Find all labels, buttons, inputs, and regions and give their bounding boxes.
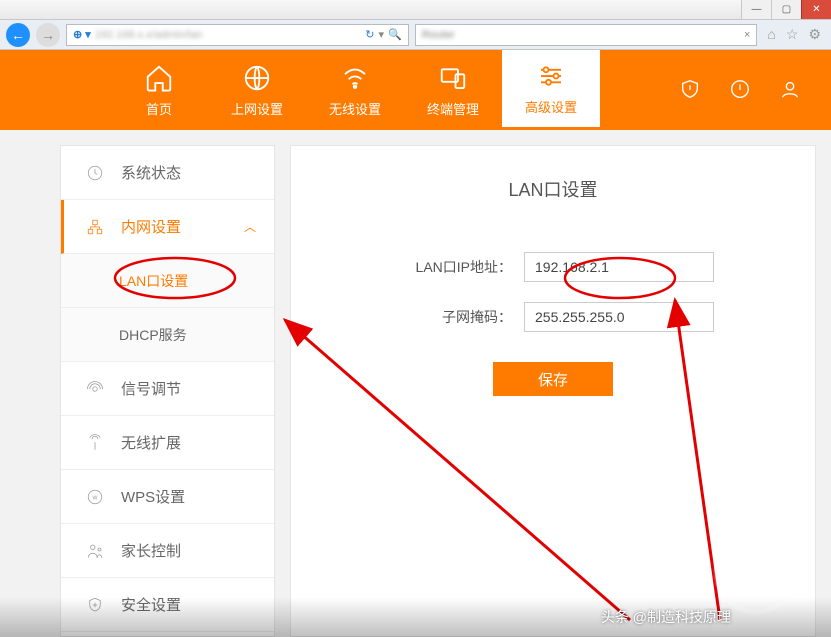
globe-icon xyxy=(242,63,272,93)
subnet-mask-input[interactable] xyxy=(524,302,714,332)
window-titlebar: — ▢ ✕ xyxy=(0,0,831,20)
sidebar-label: LAN口设置 xyxy=(119,271,188,291)
sidebar-label: 家长控制 xyxy=(121,540,181,561)
tab-label: 无线设置 xyxy=(329,99,381,118)
tab-clients[interactable]: 终端管理 xyxy=(404,50,502,130)
sidebar-label: 系统状态 xyxy=(121,162,181,183)
tab-label: 首页 xyxy=(146,99,172,118)
watermark-text: 头条 @制造科技原理 xyxy=(601,607,731,627)
ip-label: LAN口IP地址： xyxy=(392,257,512,277)
sidebar-item-wps[interactable]: W WPS设置 xyxy=(61,470,274,524)
power-icon[interactable] xyxy=(729,78,751,103)
home-icon[interactable]: ⌂ xyxy=(767,26,775,43)
sidebar-label: 信号调节 xyxy=(121,378,181,399)
refresh-icon[interactable]: ↻ xyxy=(365,28,374,41)
save-button[interactable]: 保存 xyxy=(493,362,613,396)
main-nav: 首页 上网设置 无线设置 终端管理 高级设置 xyxy=(0,50,831,130)
sidebar-item-wifi-ext[interactable]: 无线扩展 xyxy=(61,416,274,470)
tab-label: 终端管理 xyxy=(427,99,479,118)
stop-icon[interactable]: ▾ xyxy=(378,28,384,41)
lan-ip-input[interactable] xyxy=(524,252,714,282)
tab-internet[interactable]: 上网设置 xyxy=(208,50,306,130)
window-minimize-button[interactable]: — xyxy=(741,0,771,19)
sidebar-item-parental[interactable]: 家长控制 xyxy=(61,524,274,578)
window-maximize-button[interactable]: ▢ xyxy=(771,0,801,19)
tab-label: 高级设置 xyxy=(525,97,577,116)
sliders-icon xyxy=(536,61,566,91)
tab-title: Router xyxy=(422,29,455,41)
add-tab-icon[interactable]: ⊕ ▾ xyxy=(73,28,91,41)
sidebar-label: 无线扩展 xyxy=(121,432,181,453)
page-title: LAN口设置 xyxy=(331,176,775,202)
signal-icon xyxy=(85,379,105,399)
sidebar-item-dhcp[interactable]: DHCP服务 xyxy=(61,308,274,362)
browser-tab[interactable]: Router × xyxy=(415,24,758,46)
url-text: 192.168.x.x/admin/lan xyxy=(95,29,361,41)
wps-icon: W xyxy=(85,487,105,507)
tab-close-icon[interactable]: × xyxy=(744,29,750,41)
tab-label: 上网设置 xyxy=(231,99,283,118)
sidebar-item-status[interactable]: 系统状态 xyxy=(61,146,274,200)
tab-advanced[interactable]: 高级设置 xyxy=(502,50,600,130)
forward-button[interactable]: → xyxy=(36,23,60,47)
sidebar-item-signal[interactable]: 信号调节 xyxy=(61,362,274,416)
watermark-logo: 路由器 xyxy=(711,527,801,617)
clock-icon xyxy=(85,163,105,183)
svg-text:路由器: 路由器 xyxy=(740,594,773,608)
shield-icon[interactable] xyxy=(679,78,701,103)
sidebar-item-lan-section[interactable]: 内网设置 ︿ xyxy=(61,200,274,254)
address-bar[interactable]: ⊕ ▾ 192.168.x.x/admin/lan ↻ ▾ 🔍 xyxy=(66,24,409,46)
mask-label: 子网掩码： xyxy=(392,307,512,327)
user-icon[interactable] xyxy=(779,78,801,103)
window-close-button[interactable]: ✕ xyxy=(801,0,831,19)
settings-gear-icon[interactable]: ⚙ xyxy=(808,26,821,43)
network-icon xyxy=(85,217,105,237)
chevron-up-icon: ︿ xyxy=(244,218,256,235)
browser-toolbar: ← → ⊕ ▾ 192.168.x.x/admin/lan ↻ ▾ 🔍 Rout… xyxy=(0,20,831,50)
back-button[interactable]: ← xyxy=(6,23,30,47)
sidebar-label: WPS设置 xyxy=(121,486,185,507)
tab-wireless[interactable]: 无线设置 xyxy=(306,50,404,130)
sidebar-label: 内网设置 xyxy=(121,216,181,237)
svg-text:W: W xyxy=(93,495,98,501)
sidebar-label: DHCP服务 xyxy=(119,325,187,345)
house-icon xyxy=(144,63,174,93)
parent-icon xyxy=(85,541,105,561)
tab-home[interactable]: 首页 xyxy=(110,50,208,130)
antenna-icon xyxy=(85,433,105,453)
favorite-icon[interactable]: ☆ xyxy=(786,26,799,43)
wifi-icon xyxy=(340,63,370,93)
search-icon[interactable]: 🔍 xyxy=(388,28,402,41)
devices-icon xyxy=(438,63,468,93)
sidebar: 系统状态 内网设置 ︿ LAN口设置 DHCP服务 信号调节 无线扩展 W WP… xyxy=(60,145,275,637)
sidebar-item-lan-settings[interactable]: LAN口设置 xyxy=(61,254,274,308)
